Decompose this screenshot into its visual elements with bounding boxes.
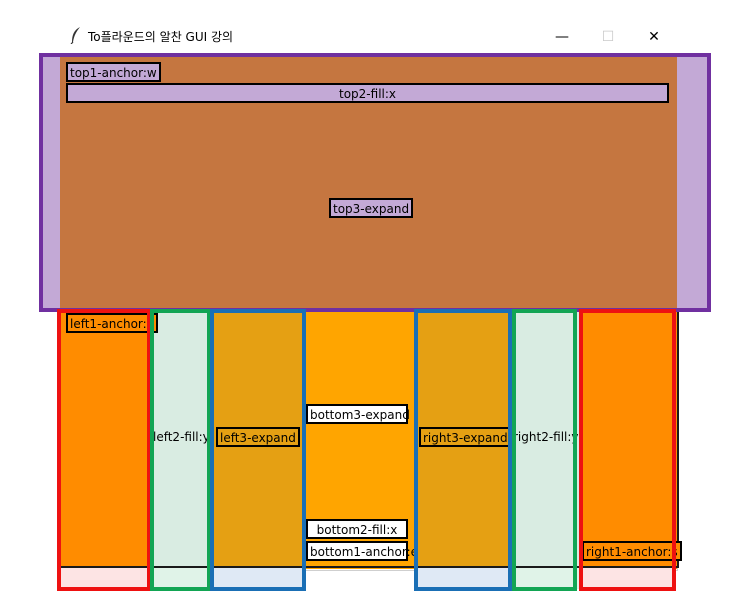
bottom1-anchor-e-label: bottom1-anchor:e [306,541,418,561]
feather-icon [70,27,80,44]
close-button[interactable]: ✕ [631,20,677,54]
right1-outline [579,309,676,591]
top-region-outline [39,53,711,312]
left3-outline [210,309,306,591]
minimize-button[interactable]: — [539,20,585,54]
window-title: To플라운드의 알찬 GUI 강의 [88,30,234,44]
right3-outline [414,309,512,591]
bottom3-expand-label: bottom3-expand [306,404,410,424]
left1-outline [57,309,151,591]
maximize-button[interactable]: ☐ [585,20,631,54]
bottom2-fill-x-label: bottom2-fill:x [306,519,408,539]
left2-outline [150,309,211,591]
right2-outline [512,309,577,591]
right-edge-line [677,310,679,568]
